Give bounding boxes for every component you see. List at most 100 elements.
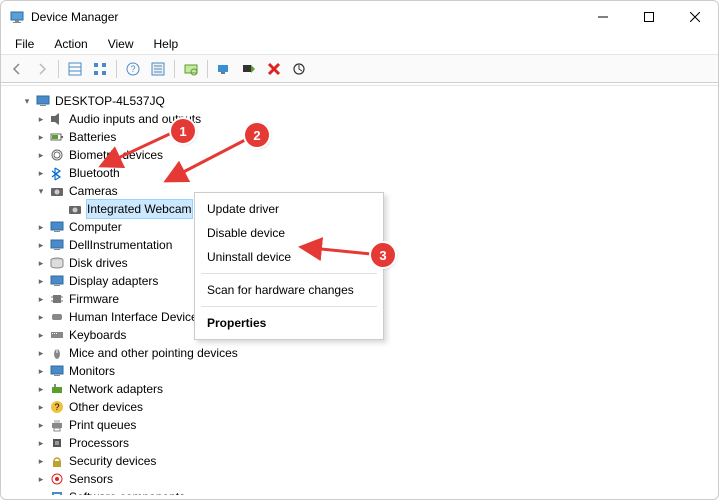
expander-icon[interactable]: ▸ bbox=[35, 329, 47, 341]
annotation-3: 3 bbox=[371, 243, 395, 267]
camera-icon bbox=[49, 183, 65, 199]
fingerprint-icon bbox=[49, 147, 65, 163]
network-icon bbox=[49, 381, 65, 397]
ctx-disable-device[interactable]: Disable device bbox=[195, 221, 383, 245]
category-label: Biometric devices bbox=[69, 146, 163, 164]
category-processors[interactable]: ▸Processors bbox=[7, 434, 718, 452]
category-security-devices[interactable]: ▸ Security devices bbox=[7, 452, 718, 470]
component-icon bbox=[49, 489, 65, 495]
unknown-icon: ? bbox=[49, 399, 65, 415]
monitor-icon bbox=[49, 219, 65, 235]
maximize-button[interactable] bbox=[626, 1, 672, 33]
category-biometric-devices[interactable]: ▸ Biometric devices bbox=[7, 146, 718, 164]
ctx-uninstall-device[interactable]: Uninstall device bbox=[195, 245, 383, 269]
expander-icon[interactable]: ▸ bbox=[35, 383, 47, 395]
menu-help[interactable]: Help bbox=[144, 35, 189, 53]
back-button[interactable] bbox=[5, 58, 29, 80]
menu-bar: File Action View Help bbox=[1, 33, 718, 55]
expander-icon[interactable]: ▸ bbox=[35, 293, 47, 305]
category-monitors[interactable]: ▸ Monitors bbox=[7, 362, 718, 380]
minimize-button[interactable] bbox=[580, 1, 626, 33]
expander-icon[interactable]: ▸ bbox=[35, 167, 47, 179]
expander-icon[interactable]: ▸ bbox=[35, 311, 47, 323]
expander-icon[interactable]: ▸ bbox=[35, 239, 47, 251]
svg-text:?: ? bbox=[54, 402, 59, 412]
category-mice-and-other-pointing-devices[interactable]: ▸ Mice and other pointing devices bbox=[7, 344, 718, 362]
toolbar: ? bbox=[1, 55, 718, 83]
scan-changes-icon[interactable] bbox=[287, 58, 311, 80]
expander-icon[interactable]: ▸ bbox=[35, 257, 47, 269]
category-sensors[interactable]: ▸ Sensors bbox=[7, 470, 718, 488]
expander-icon[interactable]: ▾ bbox=[21, 95, 33, 107]
category-label: Mice and other pointing devices bbox=[69, 344, 238, 362]
category-label: Firmware bbox=[69, 290, 119, 308]
category-bluetooth[interactable]: ▸Bluetooth bbox=[7, 164, 718, 182]
scan-hardware-icon[interactable] bbox=[179, 58, 203, 80]
speaker-icon bbox=[49, 111, 65, 127]
keyboard-icon bbox=[49, 327, 65, 343]
category-label: Monitors bbox=[69, 362, 115, 380]
menu-action[interactable]: Action bbox=[44, 35, 97, 53]
expander-icon[interactable]: ▸ bbox=[35, 455, 47, 467]
category-label: Sensors bbox=[69, 470, 113, 488]
window-title: Device Manager bbox=[31, 10, 118, 24]
expander-icon[interactable]: ▸ bbox=[35, 275, 47, 287]
expander-icon[interactable]: ▸ bbox=[35, 149, 47, 161]
menu-file[interactable]: File bbox=[5, 35, 44, 53]
category-label: Print queues bbox=[69, 416, 136, 434]
disable-device-icon[interactable] bbox=[237, 58, 261, 80]
expander-icon[interactable]: ▾ bbox=[35, 185, 47, 197]
hid-icon bbox=[49, 309, 65, 325]
root-label: DESKTOP-4L537JQ bbox=[55, 92, 165, 110]
category-batteries[interactable]: ▸Batteries bbox=[7, 128, 718, 146]
app-icon bbox=[9, 9, 25, 25]
category-label: Keyboards bbox=[69, 326, 126, 344]
expander-icon[interactable]: ▸ bbox=[35, 347, 47, 359]
category-label: Display adapters bbox=[69, 272, 158, 290]
detail-view-button[interactable] bbox=[63, 58, 87, 80]
lock-icon bbox=[49, 453, 65, 469]
expander-icon[interactable]: ▸ bbox=[35, 473, 47, 485]
list-view-button[interactable] bbox=[88, 58, 112, 80]
ctx-update-driver[interactable]: Update driver bbox=[195, 197, 383, 221]
category-network-adapters[interactable]: ▸Network adapters bbox=[7, 380, 718, 398]
bluetooth-icon bbox=[49, 165, 65, 181]
expander-icon[interactable]: ▸ bbox=[35, 401, 47, 413]
uninstall-device-icon[interactable] bbox=[262, 58, 286, 80]
expander-icon[interactable]: ▸ bbox=[35, 419, 47, 431]
mouse-icon bbox=[49, 345, 65, 361]
expander-icon[interactable]: ▸ bbox=[35, 221, 47, 233]
category-audio-inputs-and-outputs[interactable]: ▸Audio inputs and outputs bbox=[7, 110, 718, 128]
update-driver-icon[interactable] bbox=[212, 58, 236, 80]
help-button[interactable]: ? bbox=[121, 58, 145, 80]
menu-separator bbox=[201, 273, 377, 274]
ctx-scan-for-hardware-changes[interactable]: Scan for hardware changes bbox=[195, 278, 383, 302]
title-bar: Device Manager bbox=[1, 1, 718, 33]
forward-button[interactable] bbox=[30, 58, 54, 80]
annotation-2: 2 bbox=[245, 123, 269, 147]
category-label: Security devices bbox=[69, 452, 156, 470]
context-menu: Update driverDisable deviceUninstall dev… bbox=[194, 192, 384, 340]
device-label: Integrated Webcam bbox=[87, 200, 192, 218]
expander-icon[interactable]: ▸ bbox=[35, 131, 47, 143]
expander-icon[interactable]: ▸ bbox=[35, 365, 47, 377]
menu-separator bbox=[201, 306, 377, 307]
category-label: DellInstrumentation bbox=[69, 236, 172, 254]
printer-icon bbox=[49, 417, 65, 433]
category-other-devices[interactable]: ▸?Other devices bbox=[7, 398, 718, 416]
category-software-components[interactable]: ▸Software components bbox=[7, 488, 718, 495]
category-print-queues[interactable]: ▸ Print queues bbox=[7, 416, 718, 434]
expander-icon[interactable]: ▸ bbox=[35, 491, 47, 495]
expander-icon[interactable]: ▸ bbox=[35, 113, 47, 125]
category-label: Disk drives bbox=[69, 254, 128, 272]
monitor-icon bbox=[49, 273, 65, 289]
close-button[interactable] bbox=[672, 1, 718, 33]
properties-button[interactable] bbox=[146, 58, 170, 80]
sensor-icon bbox=[49, 471, 65, 487]
expander-icon[interactable]: ▸ bbox=[35, 437, 47, 449]
ctx-properties[interactable]: Properties bbox=[195, 311, 383, 335]
menu-view[interactable]: View bbox=[98, 35, 144, 53]
annotation-1: 1 bbox=[171, 119, 195, 143]
tree-root[interactable]: ▾ DESKTOP-4L537JQ bbox=[7, 92, 718, 110]
disk-icon bbox=[49, 255, 65, 271]
